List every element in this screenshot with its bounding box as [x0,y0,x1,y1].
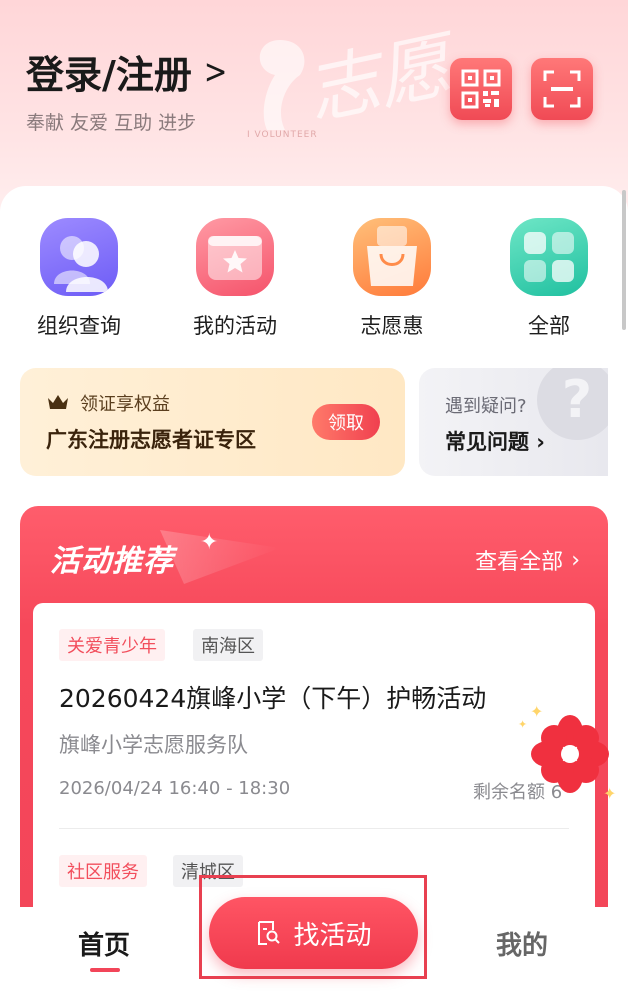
certificate-subtitle: 领证享权益 [80,394,170,415]
scan-icon [543,70,581,108]
quick-item-label: 组织查询 [37,314,121,338]
quick-item-label: 我的活动 [193,314,277,338]
qr-code-button[interactable] [450,58,512,120]
star-card-icon [196,218,274,296]
quick-item-my-activities[interactable]: 我的活动 [175,218,295,340]
activity-title: 20260424旗峰小学（下午）护畅活动 [59,684,487,713]
recommend-title: 活动推荐 [50,544,174,579]
watermark-subtext: I VOLUNTEER [247,130,318,140]
view-all-label: 查看全部 [475,550,564,575]
scan-button[interactable] [531,58,593,120]
question-mark-icon: ? [537,368,608,440]
activity-category-tag: 关爱青少年 [59,629,165,661]
sparkle-icon: ✦ [530,702,544,721]
faq-banner[interactable]: ? 遇到疑问? 常见问题 › [419,368,608,476]
certificate-title: 广东注册志愿者证专区 [46,428,256,452]
chevron-right-icon: › [571,547,580,573]
active-indicator [90,968,120,972]
slogan: 奉献 友爱 互助 进步 [26,112,197,134]
activity-organizer: 旗峰小学志愿服务队 [59,733,248,757]
decorative-ribbon [160,530,280,584]
activity-category-tag: 社区服务 [59,855,147,887]
find-activity-button[interactable]: 找活动 [209,897,418,969]
activity-time: 2026/04/24 16:40 - 18:30 [59,778,291,799]
faq-subtitle: 遇到疑问? [445,396,527,417]
shopping-bag-icon [353,218,431,296]
nav-mine[interactable]: 我的 [496,925,548,962]
volunteer-watermark: 志愿 I VOLUNTEER [245,20,458,180]
view-all-link[interactable]: 查看全部 › [475,544,580,576]
quick-item-label: 全部 [528,314,570,338]
nav-home[interactable]: 首页 [78,925,130,962]
sparkle-icon: ✦ [200,530,219,555]
activity-district-tag: 清城区 [173,855,243,887]
activity-district-tag: 南海区 [193,629,263,661]
claim-button[interactable]: 领取 [312,404,380,440]
flower-float-button[interactable] [528,712,612,796]
quick-item-org-search[interactable]: 组织查询 [19,218,139,340]
quick-menu: 组织查询 我的活动 志愿惠 全部 [0,218,628,338]
volunteer-certificate-banner[interactable]: 领证享权益 广东注册志愿者证专区 领取 [20,368,405,476]
crown-icon [48,395,68,409]
watermark-text: 志愿 [299,22,458,135]
divider [59,828,569,829]
chevron-right-icon: > [203,51,228,92]
quick-item-label: 志愿惠 [360,314,424,338]
faq-title: 常见问题 › [445,430,545,454]
quick-item-volunteer-benefits[interactable]: 志愿惠 [332,218,452,340]
qr-code-icon [461,69,501,109]
search-document-icon [258,921,281,945]
sparkle-icon: ✦ [603,784,617,803]
quick-item-all[interactable]: 全部 [489,218,609,340]
login-register-link[interactable]: 登录/注册 > [26,44,227,99]
scrollbar[interactable] [622,190,626,330]
sparkle-icon: ✦ [518,718,528,731]
login-title-label: 登录/注册 [26,53,192,97]
grid-icon [510,218,588,296]
find-activity-label: 找活动 [293,920,372,951]
people-icon [40,218,118,296]
